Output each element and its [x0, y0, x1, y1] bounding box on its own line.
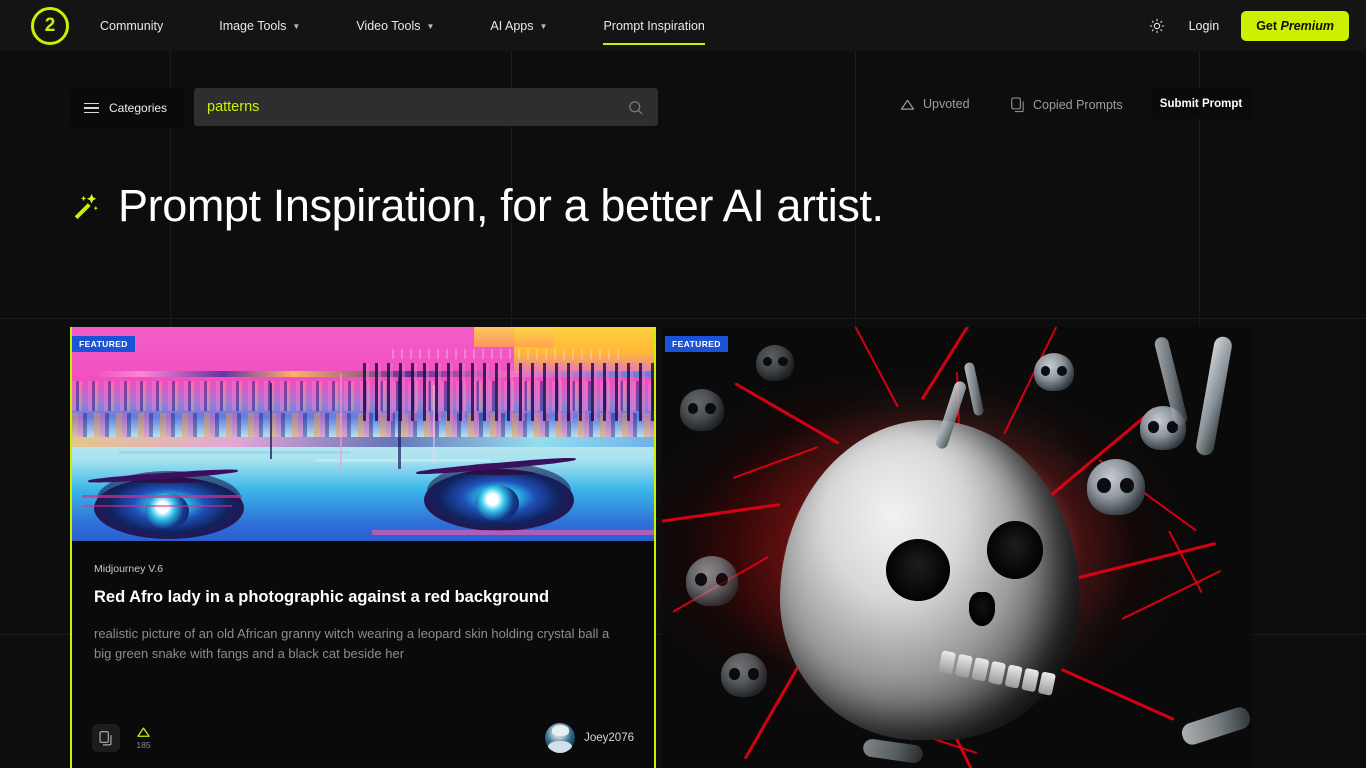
- nav-label: Prompt Inspiration: [603, 18, 705, 33]
- search-box: [194, 88, 658, 126]
- copied-prompts-filter[interactable]: Copied Prompts: [1011, 97, 1123, 113]
- primary-nav: Community Image Tools ▼ Video Tools ▼ AI…: [100, 0, 761, 51]
- copy-icon: [99, 730, 112, 745]
- login-button[interactable]: Login: [1189, 19, 1220, 33]
- avatar: [545, 723, 576, 753]
- premium-prefix: Get: [1256, 18, 1281, 33]
- copied-label: Copied Prompts: [1033, 98, 1123, 112]
- prompt-card[interactable]: FEATURED: [662, 327, 1252, 768]
- categories-label: Categories: [109, 101, 168, 115]
- glitch-eyes-artwork: [72, 327, 654, 541]
- card-artwork[interactable]: FEATURED: [662, 327, 1252, 768]
- author-name: Joey2076: [584, 732, 634, 744]
- card-footer: 185 Joey2076: [72, 716, 654, 760]
- nav-label: Community: [100, 18, 164, 33]
- author[interactable]: Joey2076: [545, 723, 634, 753]
- nav-actions: Login Get Premium: [1139, 8, 1366, 44]
- chevron-down-icon: ▼: [426, 22, 435, 31]
- featured-badge: FEATURED: [665, 336, 728, 352]
- magnifier-icon[interactable]: [621, 99, 658, 116]
- grid-hline: [0, 318, 1366, 319]
- card-body: Midjourney V.6 Red Afro lady in a photog…: [72, 541, 654, 664]
- nav-item-prompt-inspiration[interactable]: Prompt Inspiration: [603, 0, 706, 51]
- copy-prompt-button[interactable]: [92, 724, 120, 752]
- upvoted-label: Upvoted: [923, 97, 970, 111]
- hamburger-icon: [84, 102, 99, 114]
- get-premium-button[interactable]: Get Premium: [1241, 10, 1349, 41]
- chevron-down-icon: ▼: [539, 22, 548, 31]
- nav-label: AI Apps: [490, 18, 534, 33]
- chevron-down-icon: ▼: [292, 22, 301, 31]
- nav-item-video-tools[interactable]: Video Tools ▼: [356, 0, 434, 51]
- search-input[interactable]: [194, 99, 621, 115]
- upvote-count: 185: [136, 740, 151, 750]
- nav-item-image-tools[interactable]: Image Tools ▼: [219, 0, 300, 51]
- card-artwork[interactable]: FEATURED: [72, 327, 654, 541]
- featured-badge: FEATURED: [72, 336, 135, 352]
- page-title: Prompt Inspiration, for a better AI arti…: [118, 180, 884, 231]
- nav-item-community[interactable]: Community: [100, 0, 163, 51]
- magic-wand-icon: [74, 193, 98, 220]
- submit-prompt-button[interactable]: Submit Prompt: [1151, 88, 1251, 119]
- upvote-button[interactable]: 185: [136, 726, 151, 750]
- nav-item-ai-apps[interactable]: AI Apps ▼: [490, 0, 547, 51]
- card-model-label: Midjourney V.6: [94, 563, 164, 575]
- logo-mark: 2: [31, 6, 69, 45]
- sun-icon[interactable]: [1139, 8, 1175, 44]
- copy-icon: [1011, 97, 1024, 113]
- upvoted-filter[interactable]: Upvoted: [900, 97, 970, 111]
- nav-label: Video Tools: [356, 18, 421, 33]
- top-navbar: 2 Community Image Tools ▼ Video Tools ▼ …: [0, 0, 1366, 51]
- search-toolbar: Categories Upvoted Copied Prompts Submit…: [0, 88, 1366, 130]
- hero-section: Prompt Inspiration, for a better AI arti…: [70, 180, 884, 232]
- card-description: realistic picture of an old African gran…: [94, 626, 610, 661]
- red-skull-artwork: [662, 327, 1252, 768]
- triangle-up-icon: [900, 99, 915, 110]
- triangle-up-icon: [137, 727, 150, 737]
- prompt-card[interactable]: FEATURED Midjourney V.6 Red Afro lady in…: [70, 327, 656, 768]
- nav-label: Image Tools: [219, 18, 287, 33]
- premium-emphasis: Premium: [1280, 18, 1335, 33]
- categories-button[interactable]: Categories: [70, 88, 185, 128]
- card-title: Red Afro lady in a photographic against …: [94, 588, 550, 606]
- logo[interactable]: 2: [0, 6, 100, 45]
